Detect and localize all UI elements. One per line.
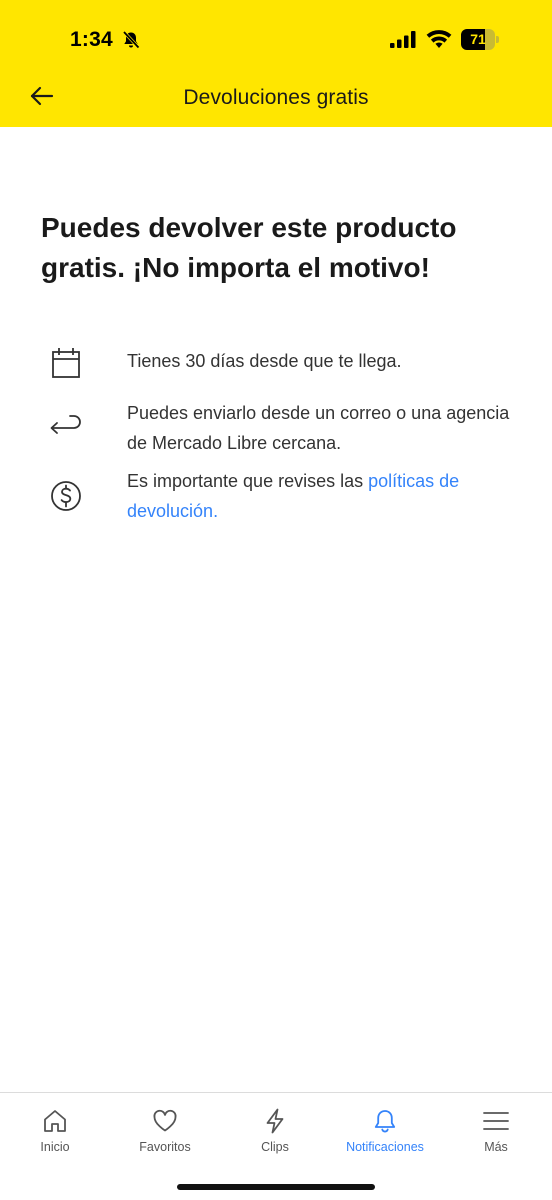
battery-icon: 71 [461, 29, 499, 50]
bell-slash-icon [121, 30, 141, 50]
page-title: Devoluciones gratis [183, 86, 369, 109]
heart-icon [153, 1109, 177, 1132]
screen: 1:34 71 Devoluciones gratis Puedes devol… [0, 0, 552, 1200]
home-icon [44, 1110, 66, 1132]
info-text-policies: Es importante que revises las políticas … [127, 466, 517, 526]
status-bar: 1:34 71 [0, 0, 552, 80]
nav-label-favoritos: Favoritos [139, 1140, 191, 1154]
nav-label-inicio: Inicio [40, 1140, 70, 1154]
content-title: Puedes devolver este producto gratis. ¡N… [41, 212, 457, 283]
info-text-days: Tienes 30 días desde que te llega. [127, 351, 402, 371]
battery-level: 71 [470, 31, 486, 47]
info-text-policies-prefix: Es importante que revises las [127, 471, 369, 491]
nav-item-clips[interactable]: Clips [220, 1093, 330, 1173]
home-indicator[interactable] [177, 1184, 375, 1190]
info-text-shipping: Puedes enviarlo desde un correo o una ag… [127, 403, 510, 453]
nav-item-notificaciones[interactable]: Notificaciones [330, 1093, 440, 1173]
bell-icon [374, 1110, 396, 1133]
nav-item-inicio[interactable]: Inicio [0, 1093, 110, 1173]
nav-label-clips: Clips [261, 1140, 289, 1154]
cellular-signal-icon [390, 31, 416, 48]
nav-label-mas: Más [484, 1140, 508, 1154]
status-time: 1:34 [70, 28, 113, 51]
calendar-icon [46, 344, 86, 384]
wifi-icon [426, 29, 452, 49]
header: Devoluciones gratis [0, 72, 552, 127]
top-bar: 1:34 71 Devoluciones gratis [0, 0, 552, 127]
nav-label-notificaciones: Notificaciones [346, 1140, 424, 1154]
nav-item-favoritos[interactable]: Favoritos [110, 1093, 220, 1173]
return-arrow-icon [46, 406, 86, 446]
dollar-circle-icon [46, 476, 86, 516]
nav-item-mas[interactable]: Más [441, 1093, 551, 1173]
bolt-icon [266, 1108, 284, 1134]
menu-icon [483, 1112, 509, 1130]
